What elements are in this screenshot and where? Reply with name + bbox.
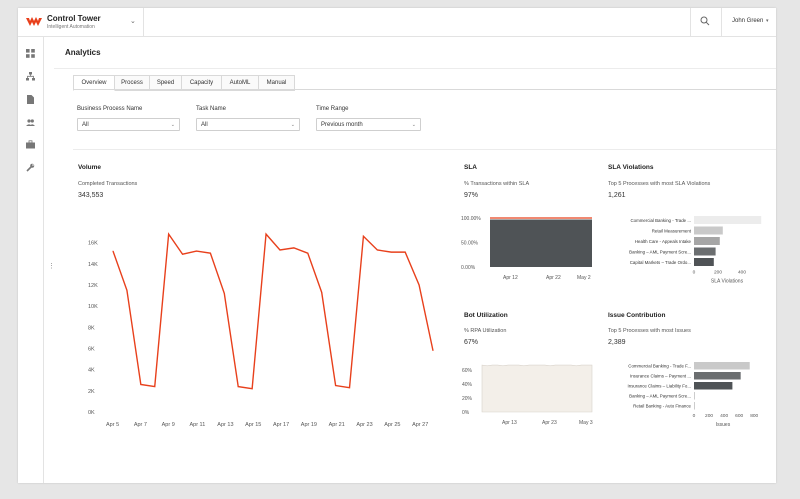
app-window: Control Tower Intelligent Automation ⌄ J… (18, 8, 776, 483)
bar-category-label: Commercial Banking - Trade F... (628, 364, 691, 369)
bar-category-label: Banking – AML Payment Scre... (629, 394, 691, 399)
bar (694, 362, 750, 370)
bar (694, 382, 733, 390)
bar-category-label: Insurance Claims – Payment ... (630, 374, 691, 379)
bar-category-label: Insurance Claims – Liability Fo... (628, 384, 691, 389)
x-tick-label: 800 (750, 413, 758, 419)
bar-category-label: Retail Banking - Auto Finance (633, 404, 691, 409)
bar (694, 372, 741, 380)
issue-contribution-chart: Commercial Banking - Trade F... Insurance… (628, 362, 759, 428)
x-tick-label: 600 (735, 413, 743, 419)
x-tick-label: 200 (705, 413, 713, 419)
x-tick-label: 0 (693, 413, 696, 419)
bar (694, 392, 695, 400)
x-tick-label: 400 (720, 413, 728, 419)
x-axis-label: Issues (716, 422, 731, 428)
bar (694, 402, 695, 410)
